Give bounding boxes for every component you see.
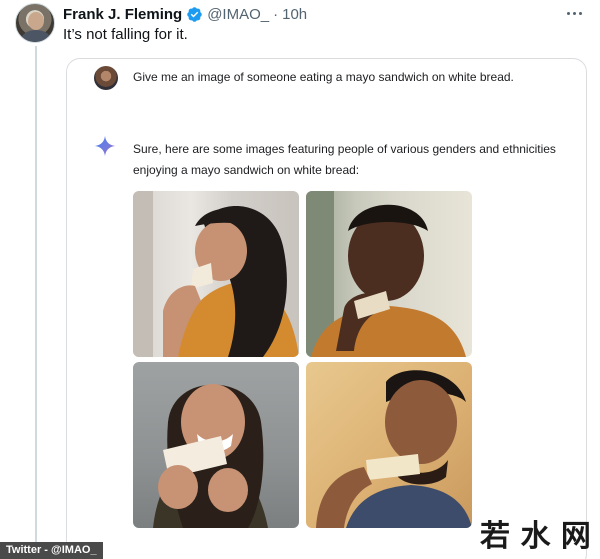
generated-image-3[interactable]	[133, 362, 299, 528]
watermark-logo: 若 水 网	[480, 519, 591, 554]
user-prompt: Give me an image of someone eating a may…	[133, 70, 514, 84]
thread-connector-line	[35, 46, 37, 546]
header-separator: ·	[273, 5, 279, 23]
more-options-button[interactable]	[562, 2, 586, 24]
author-handle[interactable]: @IMAO_	[207, 6, 269, 23]
author-avatar[interactable]	[15, 3, 55, 43]
generated-image-2[interactable]	[306, 191, 472, 357]
verified-badge-icon	[187, 6, 202, 22]
ai-response-text: Sure, here are some images featuring peo…	[133, 142, 556, 177]
author-name[interactable]: Frank J. Fleming	[63, 6, 182, 23]
source-credit: Twitter - @IMAO_	[0, 542, 103, 559]
user-avatar	[94, 66, 118, 90]
gemini-sparkle-icon	[94, 135, 116, 157]
more-horizontal-icon	[566, 11, 570, 15]
tweet-timestamp[interactable]: 10h	[282, 6, 307, 23]
tweet-text: It’s not falling for it.	[63, 26, 188, 43]
generated-image-4[interactable]	[306, 362, 472, 528]
tweet-header: Frank J. Fleming @IMAO_ · 10h	[63, 4, 307, 24]
generated-image-1[interactable]	[133, 191, 299, 357]
svg-text:若 水 网: 若 水 网	[480, 519, 591, 554]
